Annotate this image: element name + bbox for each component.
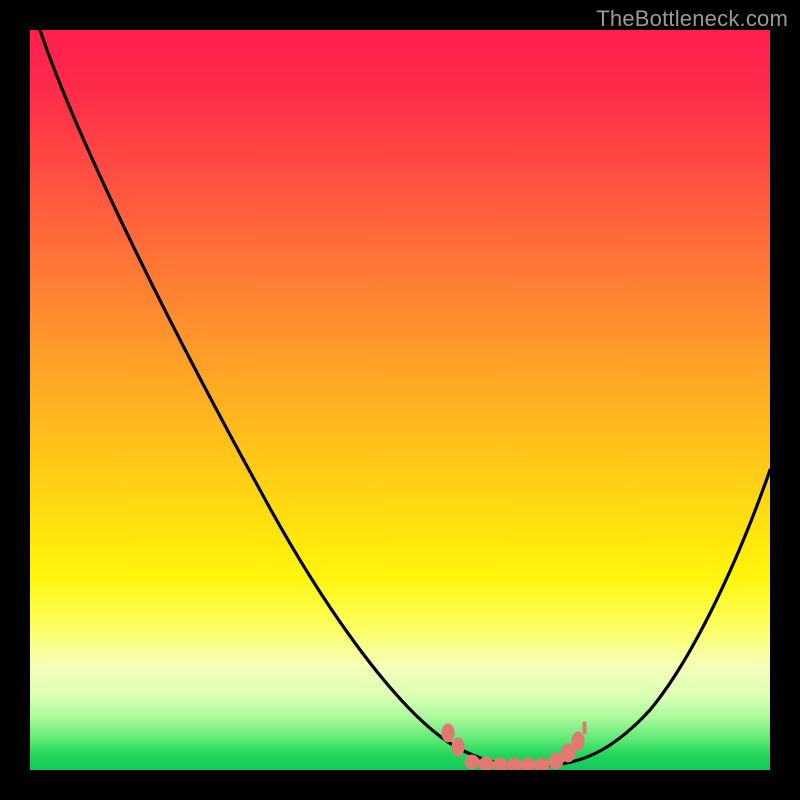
curve-layer xyxy=(30,30,770,770)
chart-frame: TheBottleneck.com xyxy=(0,0,800,800)
bottleneck-curve xyxy=(40,30,770,765)
plot-area xyxy=(30,30,770,770)
watermark-text: TheBottleneck.com xyxy=(596,6,788,32)
